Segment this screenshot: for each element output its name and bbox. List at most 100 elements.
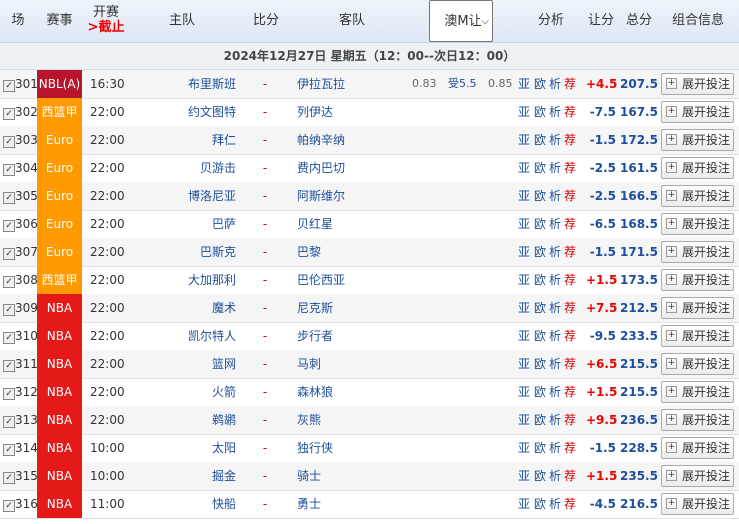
asian-link[interactable]: 亚 (518, 350, 530, 378)
expand-bet-button[interactable]: + 展开投注 (661, 325, 734, 347)
table-row[interactable]: ✓ 303 Euro 22:00 拜仁 - 帕纳辛纳 亚 欧 析 荐 -1.5 … (0, 126, 739, 155)
expand-bet-button[interactable]: + 展开投注 (661, 101, 734, 123)
home-team[interactable]: 布里斯班 (130, 70, 236, 98)
home-team[interactable]: 贝游击 (130, 154, 236, 182)
table-row[interactable]: ✓ 309 NBA 22:00 魔术 - 尼克斯 亚 欧 析 荐 +7.5 21… (0, 294, 739, 323)
asian-link[interactable]: 亚 (518, 154, 530, 182)
row-checkbox[interactable]: ✓ (3, 182, 15, 210)
away-team[interactable]: 贝红星 (297, 210, 407, 238)
expand-bet-button[interactable]: + 展开投注 (661, 297, 734, 319)
expand-bet-button[interactable]: + 展开投注 (661, 269, 734, 291)
recommend-link[interactable]: 荐 (564, 406, 576, 434)
recommend-link[interactable]: 荐 (564, 266, 576, 294)
expand-bet-button[interactable]: + 展开投注 (661, 157, 734, 179)
home-team[interactable]: 巴萨 (130, 210, 236, 238)
row-checkbox[interactable]: ✓ (3, 350, 15, 378)
home-team[interactable]: 快船 (130, 490, 236, 518)
away-team[interactable]: 勇士 (297, 490, 407, 518)
expand-bet-button[interactable]: + 展开投注 (661, 185, 734, 207)
recommend-link[interactable]: 荐 (564, 126, 576, 154)
analysis-link[interactable]: 析 (549, 378, 561, 406)
table-row[interactable]: ✓ 313 NBA 22:00 鹈鹕 - 灰熊 亚 欧 析 荐 +9.5 236… (0, 406, 739, 435)
away-team[interactable]: 巴黎 (297, 238, 407, 266)
asian-link[interactable]: 亚 (518, 210, 530, 238)
row-checkbox[interactable]: ✓ (3, 126, 15, 154)
row-checkbox[interactable]: ✓ (3, 378, 15, 406)
asian-link[interactable]: 亚 (518, 126, 530, 154)
table-row[interactable]: ✓ 314 NBA 10:00 太阳 - 独行侠 亚 欧 析 荐 -1.5 22… (0, 434, 739, 463)
league-badge[interactable]: NBA (37, 378, 82, 406)
odds-type-select[interactable]: 澳M让 ⌵ (429, 0, 493, 42)
home-team[interactable]: 巴斯克 (130, 238, 236, 266)
euro-link[interactable]: 欧 (534, 238, 546, 266)
table-row[interactable]: ✓ 304 Euro 22:00 贝游击 - 费内巴切 亚 欧 析 荐 -2.5… (0, 154, 739, 183)
home-team[interactable]: 鹈鹕 (130, 406, 236, 434)
row-checkbox[interactable]: ✓ (3, 434, 15, 462)
recommend-link[interactable]: 荐 (564, 294, 576, 322)
row-checkbox[interactable]: ✓ (3, 406, 15, 434)
league-badge[interactable]: Euro (37, 182, 82, 210)
row-checkbox[interactable]: ✓ (3, 70, 15, 98)
row-checkbox[interactable]: ✓ (3, 210, 15, 238)
league-badge[interactable]: 西篮甲 (37, 98, 82, 126)
analysis-link[interactable]: 析 (549, 98, 561, 126)
euro-link[interactable]: 欧 (534, 490, 546, 518)
league-badge[interactable]: 西篮甲 (37, 266, 82, 294)
league-badge[interactable]: NBA (37, 462, 82, 490)
away-team[interactable]: 马刺 (297, 350, 407, 378)
euro-link[interactable]: 欧 (534, 266, 546, 294)
expand-bet-button[interactable]: + 展开投注 (661, 409, 734, 431)
analysis-link[interactable]: 析 (549, 266, 561, 294)
recommend-link[interactable]: 荐 (564, 350, 576, 378)
analysis-link[interactable]: 析 (549, 406, 561, 434)
home-team[interactable]: 凯尔特人 (130, 322, 236, 350)
home-team[interactable]: 博洛尼亚 (130, 182, 236, 210)
league-badge[interactable]: NBA (37, 434, 82, 462)
euro-link[interactable]: 欧 (534, 462, 546, 490)
analysis-link[interactable]: 析 (549, 462, 561, 490)
expand-bet-button[interactable]: + 展开投注 (661, 129, 734, 151)
league-badge[interactable]: Euro (37, 126, 82, 154)
euro-link[interactable]: 欧 (534, 154, 546, 182)
away-team[interactable]: 森林狼 (297, 378, 407, 406)
row-checkbox[interactable]: ✓ (3, 266, 15, 294)
away-team[interactable]: 伊拉瓦拉 (297, 70, 407, 98)
home-team[interactable]: 魔术 (130, 294, 236, 322)
away-team[interactable]: 尼克斯 (297, 294, 407, 322)
table-row[interactable]: ✓ 311 NBA 22:00 篮网 - 马刺 亚 欧 析 荐 +6.5 215… (0, 350, 739, 379)
euro-link[interactable]: 欧 (534, 70, 546, 98)
league-badge[interactable]: NBA (37, 490, 82, 518)
recommend-link[interactable]: 荐 (564, 378, 576, 406)
away-team[interactable]: 灰熊 (297, 406, 407, 434)
recommend-link[interactable]: 荐 (564, 182, 576, 210)
away-team[interactable]: 巴伦西亚 (297, 266, 407, 294)
analysis-link[interactable]: 析 (549, 322, 561, 350)
table-row[interactable]: ✓ 315 NBA 10:00 掘金 - 骑士 亚 欧 析 荐 +1.5 235… (0, 462, 739, 491)
league-badge[interactable]: NBA (37, 294, 82, 322)
asian-link[interactable]: 亚 (518, 266, 530, 294)
analysis-link[interactable]: 析 (549, 126, 561, 154)
asian-link[interactable]: 亚 (518, 406, 530, 434)
home-team[interactable]: 掘金 (130, 462, 236, 490)
expand-bet-button[interactable]: + 展开投注 (661, 437, 734, 459)
euro-link[interactable]: 欧 (534, 406, 546, 434)
away-team[interactable]: 独行侠 (297, 434, 407, 462)
expand-bet-button[interactable]: + 展开投注 (661, 213, 734, 235)
league-badge[interactable]: NBA (37, 322, 82, 350)
home-team[interactable]: 篮网 (130, 350, 236, 378)
euro-link[interactable]: 欧 (534, 294, 546, 322)
row-checkbox[interactable]: ✓ (3, 98, 15, 126)
table-row[interactable]: ✓ 312 NBA 22:00 火箭 - 森林狼 亚 欧 析 荐 +1.5 21… (0, 378, 739, 407)
league-badge[interactable]: NBL(A) (37, 70, 82, 98)
asian-link[interactable]: 亚 (518, 238, 530, 266)
expand-bet-button[interactable]: + 展开投注 (661, 493, 734, 515)
league-badge[interactable]: Euro (37, 210, 82, 238)
row-checkbox[interactable]: ✓ (3, 490, 15, 518)
recommend-link[interactable]: 荐 (564, 154, 576, 182)
expand-bet-button[interactable]: + 展开投注 (661, 241, 734, 263)
expand-bet-button[interactable]: + 展开投注 (661, 465, 734, 487)
asian-link[interactable]: 亚 (518, 322, 530, 350)
euro-link[interactable]: 欧 (534, 434, 546, 462)
league-badge[interactable]: Euro (37, 154, 82, 182)
analysis-link[interactable]: 析 (549, 490, 561, 518)
